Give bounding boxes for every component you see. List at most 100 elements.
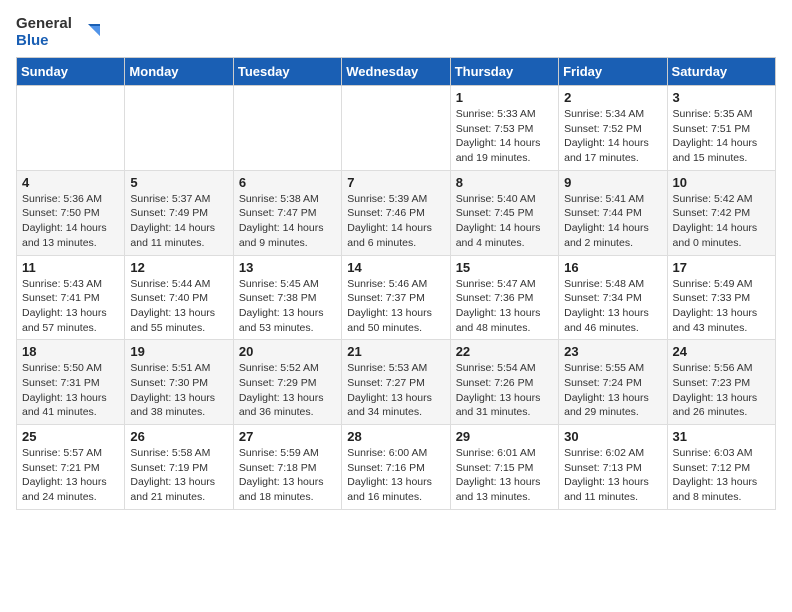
week-row: 11 Sunrise: 5:43 AMSunset: 7:41 PMDayligh… [17,255,776,340]
calendar-cell: 22Sunrise: 5:54 AMSunset: 7:26 PMDayligh… [450,340,558,425]
day-info: Sunrise: 5:41 AMSunset: 7:44 PMDaylight:… [564,192,661,251]
day-number: 30 [564,429,661,444]
calendar-cell: 20 Sunrise: 5:52 AMSunset: 7:29 PMDayligh… [233,340,341,425]
calendar-cell: 2 Sunrise: 5:34 AMSunset: 7:52 PMDaylight… [559,86,667,171]
day-number: 4 [22,175,119,190]
calendar-cell: 18Sunrise: 5:50 AMSunset: 7:31 PMDayligh… [17,340,125,425]
day-info: Sunrise: 5:48 AMSunset: 7:34 PMDaylight:… [564,277,661,336]
day-number: 12 [130,260,227,275]
calendar-cell: 6Sunrise: 5:38 AMSunset: 7:47 PMDaylight… [233,170,341,255]
day-number: 9 [564,175,661,190]
day-number: 10 [673,175,770,190]
day-info: Sunrise: 5:58 AMSunset: 7:19 PMDaylight:… [130,446,227,505]
calendar-cell: 26 Sunrise: 5:58 AMSunset: 7:19 PMDayligh… [125,425,233,510]
day-info: Sunrise: 6:00 AMSunset: 7:16 PMDaylight:… [347,446,444,505]
calendar-cell: 8Sunrise: 5:40 AMSunset: 7:45 PMDaylight… [450,170,558,255]
week-row: 18Sunrise: 5:50 AMSunset: 7:31 PMDayligh… [17,340,776,425]
header-day: Saturday [667,58,775,86]
header-day: Monday [125,58,233,86]
day-number: 11 [22,260,119,275]
day-number: 27 [239,429,336,444]
calendar-cell: 23 Sunrise: 5:55 AMSunset: 7:24 PMDayligh… [559,340,667,425]
day-number: 19 [130,344,227,359]
calendar-cell: 28 Sunrise: 6:00 AMSunset: 7:16 PMDayligh… [342,425,450,510]
calendar-cell: 3 Sunrise: 5:35 AMSunset: 7:51 PMDaylight… [667,86,775,171]
day-info: Sunrise: 5:45 AMSunset: 7:38 PMDaylight:… [239,277,336,336]
calendar-cell [233,86,341,171]
week-row: 1Sunrise: 5:33 AMSunset: 7:53 PMDaylight… [17,86,776,171]
day-info: Sunrise: 5:52 AMSunset: 7:29 PMDaylight:… [239,361,336,420]
day-number: 15 [456,260,553,275]
day-info: Sunrise: 6:01 AMSunset: 7:15 PMDaylight:… [456,446,553,505]
calendar-cell [342,86,450,171]
day-number: 25 [22,429,119,444]
day-info: Sunrise: 5:50 AMSunset: 7:31 PMDaylight:… [22,361,119,420]
calendar-cell: 5Sunrise: 5:37 AMSunset: 7:49 PMDaylight… [125,170,233,255]
day-number: 13 [239,260,336,275]
day-info: Sunrise: 5:57 AMSunset: 7:21 PMDaylight:… [22,446,119,505]
day-info: Sunrise: 5:43 AMSunset: 7:41 PMDaylight:… [22,277,119,336]
calendar-table: SundayMondayTuesdayWednesdayThursdayFrid… [16,57,776,510]
calendar-cell: 12Sunrise: 5:44 AMSunset: 7:40 PMDayligh… [125,255,233,340]
page-header: General Blue [16,16,776,49]
day-info: Sunrise: 5:53 AMSunset: 7:27 PMDaylight:… [347,361,444,420]
day-info: Sunrise: 5:55 AMSunset: 7:24 PMDaylight:… [564,361,661,420]
day-number: 14 [347,260,444,275]
day-number: 24 [673,344,770,359]
header-day: Sunday [17,58,125,86]
day-number: 28 [347,429,444,444]
day-info: Sunrise: 5:36 AMSunset: 7:50 PMDaylight:… [22,192,119,251]
calendar-cell: 7 Sunrise: 5:39 AMSunset: 7:46 PMDaylight… [342,170,450,255]
header-day: Tuesday [233,58,341,86]
calendar-cell: 31Sunrise: 6:03 AMSunset: 7:12 PMDayligh… [667,425,775,510]
day-info: Sunrise: 5:54 AMSunset: 7:26 PMDaylight:… [456,361,553,420]
week-row: 25 Sunrise: 5:57 AMSunset: 7:21 PMDayligh… [17,425,776,510]
day-number: 3 [673,90,770,105]
day-info: Sunrise: 5:59 AMSunset: 7:18 PMDaylight:… [239,446,336,505]
day-info: Sunrise: 6:02 AMSunset: 7:13 PMDaylight:… [564,446,661,505]
day-info: Sunrise: 5:35 AMSunset: 7:51 PMDaylight:… [673,107,770,166]
logo-general: General [16,16,72,33]
day-info: Sunrise: 5:46 AMSunset: 7:37 PMDaylight:… [347,277,444,336]
day-number: 20 [239,344,336,359]
day-info: Sunrise: 5:38 AMSunset: 7:47 PMDaylight:… [239,192,336,251]
day-info: Sunrise: 5:47 AMSunset: 7:36 PMDaylight:… [456,277,553,336]
day-number: 29 [456,429,553,444]
calendar-cell [125,86,233,171]
day-number: 7 [347,175,444,190]
header-row: SundayMondayTuesdayWednesdayThursdayFrid… [17,58,776,86]
day-number: 31 [673,429,770,444]
header-day: Friday [559,58,667,86]
calendar-cell: 16 Sunrise: 5:48 AMSunset: 7:34 PMDayligh… [559,255,667,340]
calendar-cell: 13 Sunrise: 5:45 AMSunset: 7:38 PMDayligh… [233,255,341,340]
calendar-cell: 4 Sunrise: 5:36 AMSunset: 7:50 PMDaylight… [17,170,125,255]
logo-blue: Blue [16,33,72,50]
calendar-cell: 30 Sunrise: 6:02 AMSunset: 7:13 PMDayligh… [559,425,667,510]
calendar-cell: 24 Sunrise: 5:56 AMSunset: 7:23 PMDayligh… [667,340,775,425]
calendar-cell: 11 Sunrise: 5:43 AMSunset: 7:41 PMDayligh… [17,255,125,340]
day-info: Sunrise: 5:39 AMSunset: 7:46 PMDaylight:… [347,192,444,251]
day-number: 5 [130,175,227,190]
calendar-cell: 19Sunrise: 5:51 AMSunset: 7:30 PMDayligh… [125,340,233,425]
day-number: 23 [564,344,661,359]
header-day: Thursday [450,58,558,86]
logo-text: General Blue [16,16,72,49]
day-number: 26 [130,429,227,444]
calendar-cell: 21 Sunrise: 5:53 AMSunset: 7:27 PMDayligh… [342,340,450,425]
logo: General Blue [16,16,100,49]
day-info: Sunrise: 5:34 AMSunset: 7:52 PMDaylight:… [564,107,661,166]
day-info: Sunrise: 5:56 AMSunset: 7:23 PMDaylight:… [673,361,770,420]
day-number: 2 [564,90,661,105]
day-info: Sunrise: 5:49 AMSunset: 7:33 PMDaylight:… [673,277,770,336]
calendar-cell: 17Sunrise: 5:49 AMSunset: 7:33 PMDayligh… [667,255,775,340]
calendar-cell [17,86,125,171]
day-info: Sunrise: 5:40 AMSunset: 7:45 PMDaylight:… [456,192,553,251]
day-info: Sunrise: 5:33 AMSunset: 7:53 PMDaylight:… [456,107,553,166]
calendar-cell: 10 Sunrise: 5:42 AMSunset: 7:42 PMDayligh… [667,170,775,255]
calendar-cell: 29 Sunrise: 6:01 AMSunset: 7:15 PMDayligh… [450,425,558,510]
day-number: 16 [564,260,661,275]
calendar-cell: 1Sunrise: 5:33 AMSunset: 7:53 PMDaylight… [450,86,558,171]
calendar-cell: 27 Sunrise: 5:59 AMSunset: 7:18 PMDayligh… [233,425,341,510]
day-number: 21 [347,344,444,359]
day-info: Sunrise: 5:42 AMSunset: 7:42 PMDaylight:… [673,192,770,251]
